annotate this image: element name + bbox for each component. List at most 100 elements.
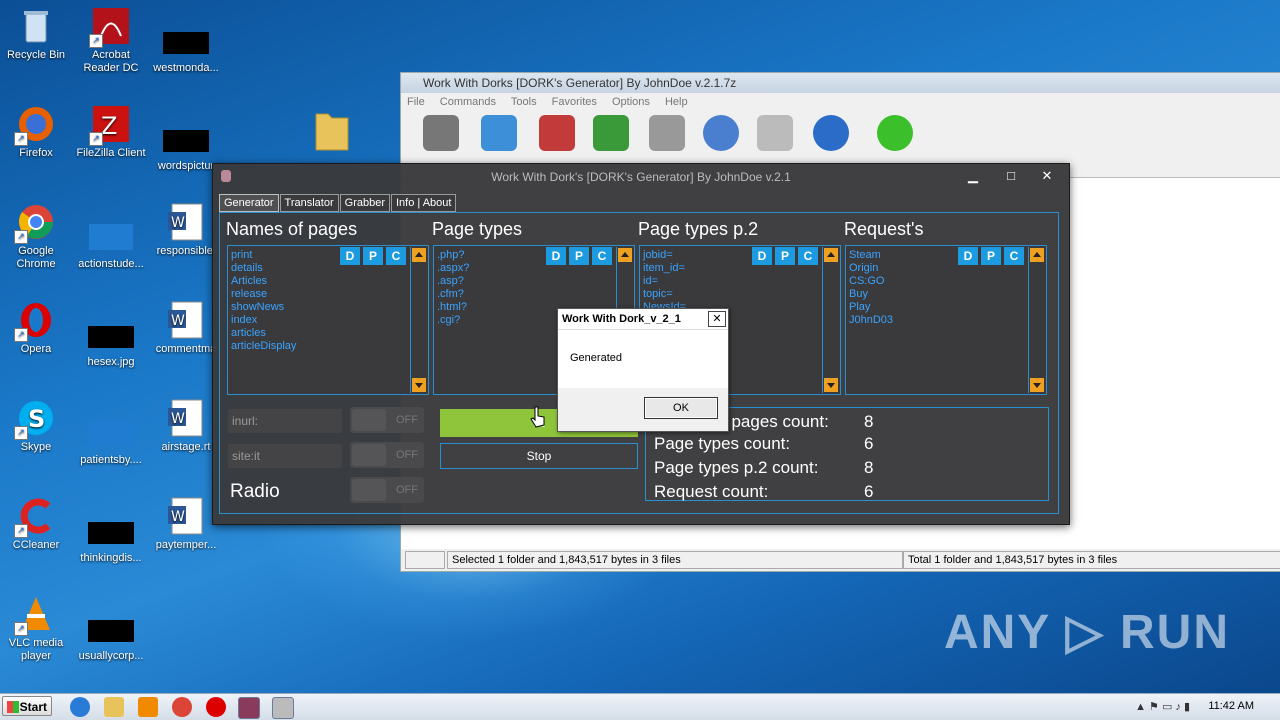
chrome-taskbar-icon[interactable]: [172, 697, 192, 717]
list-item[interactable]: Buy: [849, 288, 893, 301]
list-item[interactable]: J0hnD03: [849, 314, 893, 327]
list-item[interactable]: .cfm?: [437, 288, 469, 301]
list-item[interactable]: Origin: [849, 262, 893, 275]
tray-icons[interactable]: ▲ ⚑ ▭ ♪ ▮: [1135, 700, 1190, 713]
tab-grabber[interactable]: Grabber: [339, 194, 390, 212]
list-item[interactable]: index: [231, 314, 296, 327]
desktop-icon-file-6[interactable]: thinkingdis...: [75, 512, 147, 565]
list-item[interactable]: item_id=: [643, 262, 686, 275]
menu-help[interactable]: Help: [665, 96, 688, 108]
list-item[interactable]: jobid=: [643, 249, 686, 262]
list-item[interactable]: .aspx?: [437, 262, 469, 275]
list-item[interactable]: articles: [231, 327, 296, 340]
message-dialog[interactable]: Work With Dork_v_2_1 ✕ Generated OK: [557, 308, 729, 432]
list-item[interactable]: release: [231, 288, 296, 301]
menu-favorites[interactable]: Favorites: [552, 96, 597, 108]
tab-translator[interactable]: Translator: [279, 194, 339, 212]
clock[interactable]: 11:42 AM: [1208, 700, 1254, 712]
list-item[interactable]: Articles: [231, 275, 296, 288]
desktop-icon-ccleaner[interactable]: ↗ CCleaner: [0, 496, 72, 552]
info-icon[interactable]: [813, 115, 849, 151]
types2-scrollbar[interactable]: [822, 247, 839, 393]
names-p-button[interactable]: P: [363, 247, 383, 265]
list-item[interactable]: .cgi?: [437, 314, 469, 327]
site-toggle[interactable]: OFF: [350, 442, 424, 468]
scroll-down-icon[interactable]: [824, 378, 838, 392]
virus-scan-icon[interactable]: [877, 115, 913, 151]
types-c-button[interactable]: C: [592, 247, 612, 265]
list-item[interactable]: Play: [849, 301, 893, 314]
folder-icon[interactable]: [312, 104, 352, 154]
types-p-button[interactable]: P: [569, 247, 589, 265]
tab-info-about[interactable]: Info | About: [391, 194, 457, 212]
desktop-icon-skype[interactable]: S ↗ Skype: [0, 398, 72, 454]
types2-c-button[interactable]: C: [798, 247, 818, 265]
menu-file[interactable]: File: [407, 96, 425, 108]
desktop-icon-file-1[interactable]: westmonda...: [150, 22, 222, 75]
list-item[interactable]: print: [231, 249, 296, 262]
list-item[interactable]: .html?: [437, 301, 469, 314]
desktop-icon-vlc[interactable]: ↗ VLC media player: [0, 594, 72, 663]
dialog-close-button[interactable]: ✕: [708, 311, 726, 327]
types2-p-button[interactable]: P: [775, 247, 795, 265]
wizard-icon[interactable]: [757, 115, 793, 151]
test-icon[interactable]: [539, 115, 575, 151]
scroll-down-icon[interactable]: [1030, 378, 1044, 392]
types2-d-button[interactable]: D: [752, 247, 772, 265]
list-item[interactable]: .php?: [437, 249, 469, 262]
desktop-icon-file-7[interactable]: usuallycorp...: [75, 610, 147, 663]
desktop-icon-file-3[interactable]: actionstude...: [75, 218, 147, 271]
list-item[interactable]: CS:GO: [849, 275, 893, 288]
list-item[interactable]: Steam: [849, 249, 893, 262]
requests-c-button[interactable]: C: [1004, 247, 1024, 265]
menu-options[interactable]: Options: [612, 96, 650, 108]
requests-scrollbar[interactable]: [1028, 247, 1045, 393]
radio-toggle[interactable]: OFF: [350, 477, 424, 503]
desktop-icon-opera[interactable]: ↗ Opera: [0, 300, 72, 356]
close-button[interactable]: ✕: [1035, 166, 1059, 186]
list-item[interactable]: id=: [643, 275, 686, 288]
tab-generator[interactable]: Generator: [219, 194, 279, 212]
desktop-icon-chrome[interactable]: ↗ Google Chrome: [0, 202, 72, 271]
ok-button[interactable]: OK: [644, 397, 718, 419]
winrar-taskbar-icon[interactable]: [238, 697, 260, 719]
list-item[interactable]: details: [231, 262, 296, 275]
desktop-icon-file-5[interactable]: patientsby....: [75, 414, 147, 467]
maximize-button[interactable]: □: [999, 166, 1023, 186]
menu-commands[interactable]: Commands: [440, 96, 496, 108]
desktop-icon-acrobat[interactable]: ↗ Acrobat Reader DC: [75, 6, 147, 75]
scroll-down-icon[interactable]: [412, 378, 426, 392]
list-item[interactable]: topic=: [643, 288, 686, 301]
add-archive-icon[interactable]: [423, 115, 459, 151]
opera-taskbar-icon[interactable]: [206, 697, 226, 717]
list-item[interactable]: .asp?: [437, 275, 469, 288]
names-c-button[interactable]: C: [386, 247, 406, 265]
desktop-icon-filezilla[interactable]: Z ↗ FileZilla Client: [75, 104, 147, 160]
extract-to-icon[interactable]: [481, 115, 517, 151]
list-item[interactable]: showNews: [231, 301, 296, 314]
menu-tools[interactable]: Tools: [511, 96, 537, 108]
scroll-up-icon[interactable]: [1030, 248, 1044, 262]
scroll-up-icon[interactable]: [618, 248, 632, 262]
names-d-button[interactable]: D: [340, 247, 360, 265]
stop-button[interactable]: Stop: [440, 443, 638, 469]
requests-list[interactable]: Steam Origin CS:GO Buy Play J0hnD03 D P …: [845, 245, 1047, 395]
requests-d-button[interactable]: D: [958, 247, 978, 265]
requests-p-button[interactable]: P: [981, 247, 1001, 265]
list-item[interactable]: articleDisplay: [231, 340, 296, 353]
view-icon[interactable]: [593, 115, 629, 151]
delete-icon[interactable]: [649, 115, 685, 151]
desktop-icon-file-4[interactable]: hesex.jpg: [75, 316, 147, 369]
start-button-taskbar[interactable]: Start: [2, 696, 52, 716]
explorer-icon[interactable]: [104, 697, 124, 717]
media-player-icon[interactable]: [138, 697, 158, 717]
desktop-icon-firefox[interactable]: ↗ Firefox: [0, 104, 72, 160]
scroll-up-icon[interactable]: [412, 248, 426, 262]
desktop-icon-recycle-bin[interactable]: Recycle Bin: [0, 6, 72, 62]
minimize-button[interactable]: ▁: [961, 166, 985, 186]
names-list[interactable]: print details Articles release showNews …: [227, 245, 429, 395]
inurl-toggle[interactable]: OFF: [350, 407, 424, 433]
names-scrollbar[interactable]: [410, 247, 427, 393]
scroll-up-icon[interactable]: [824, 248, 838, 262]
ie-icon[interactable]: [70, 697, 90, 717]
